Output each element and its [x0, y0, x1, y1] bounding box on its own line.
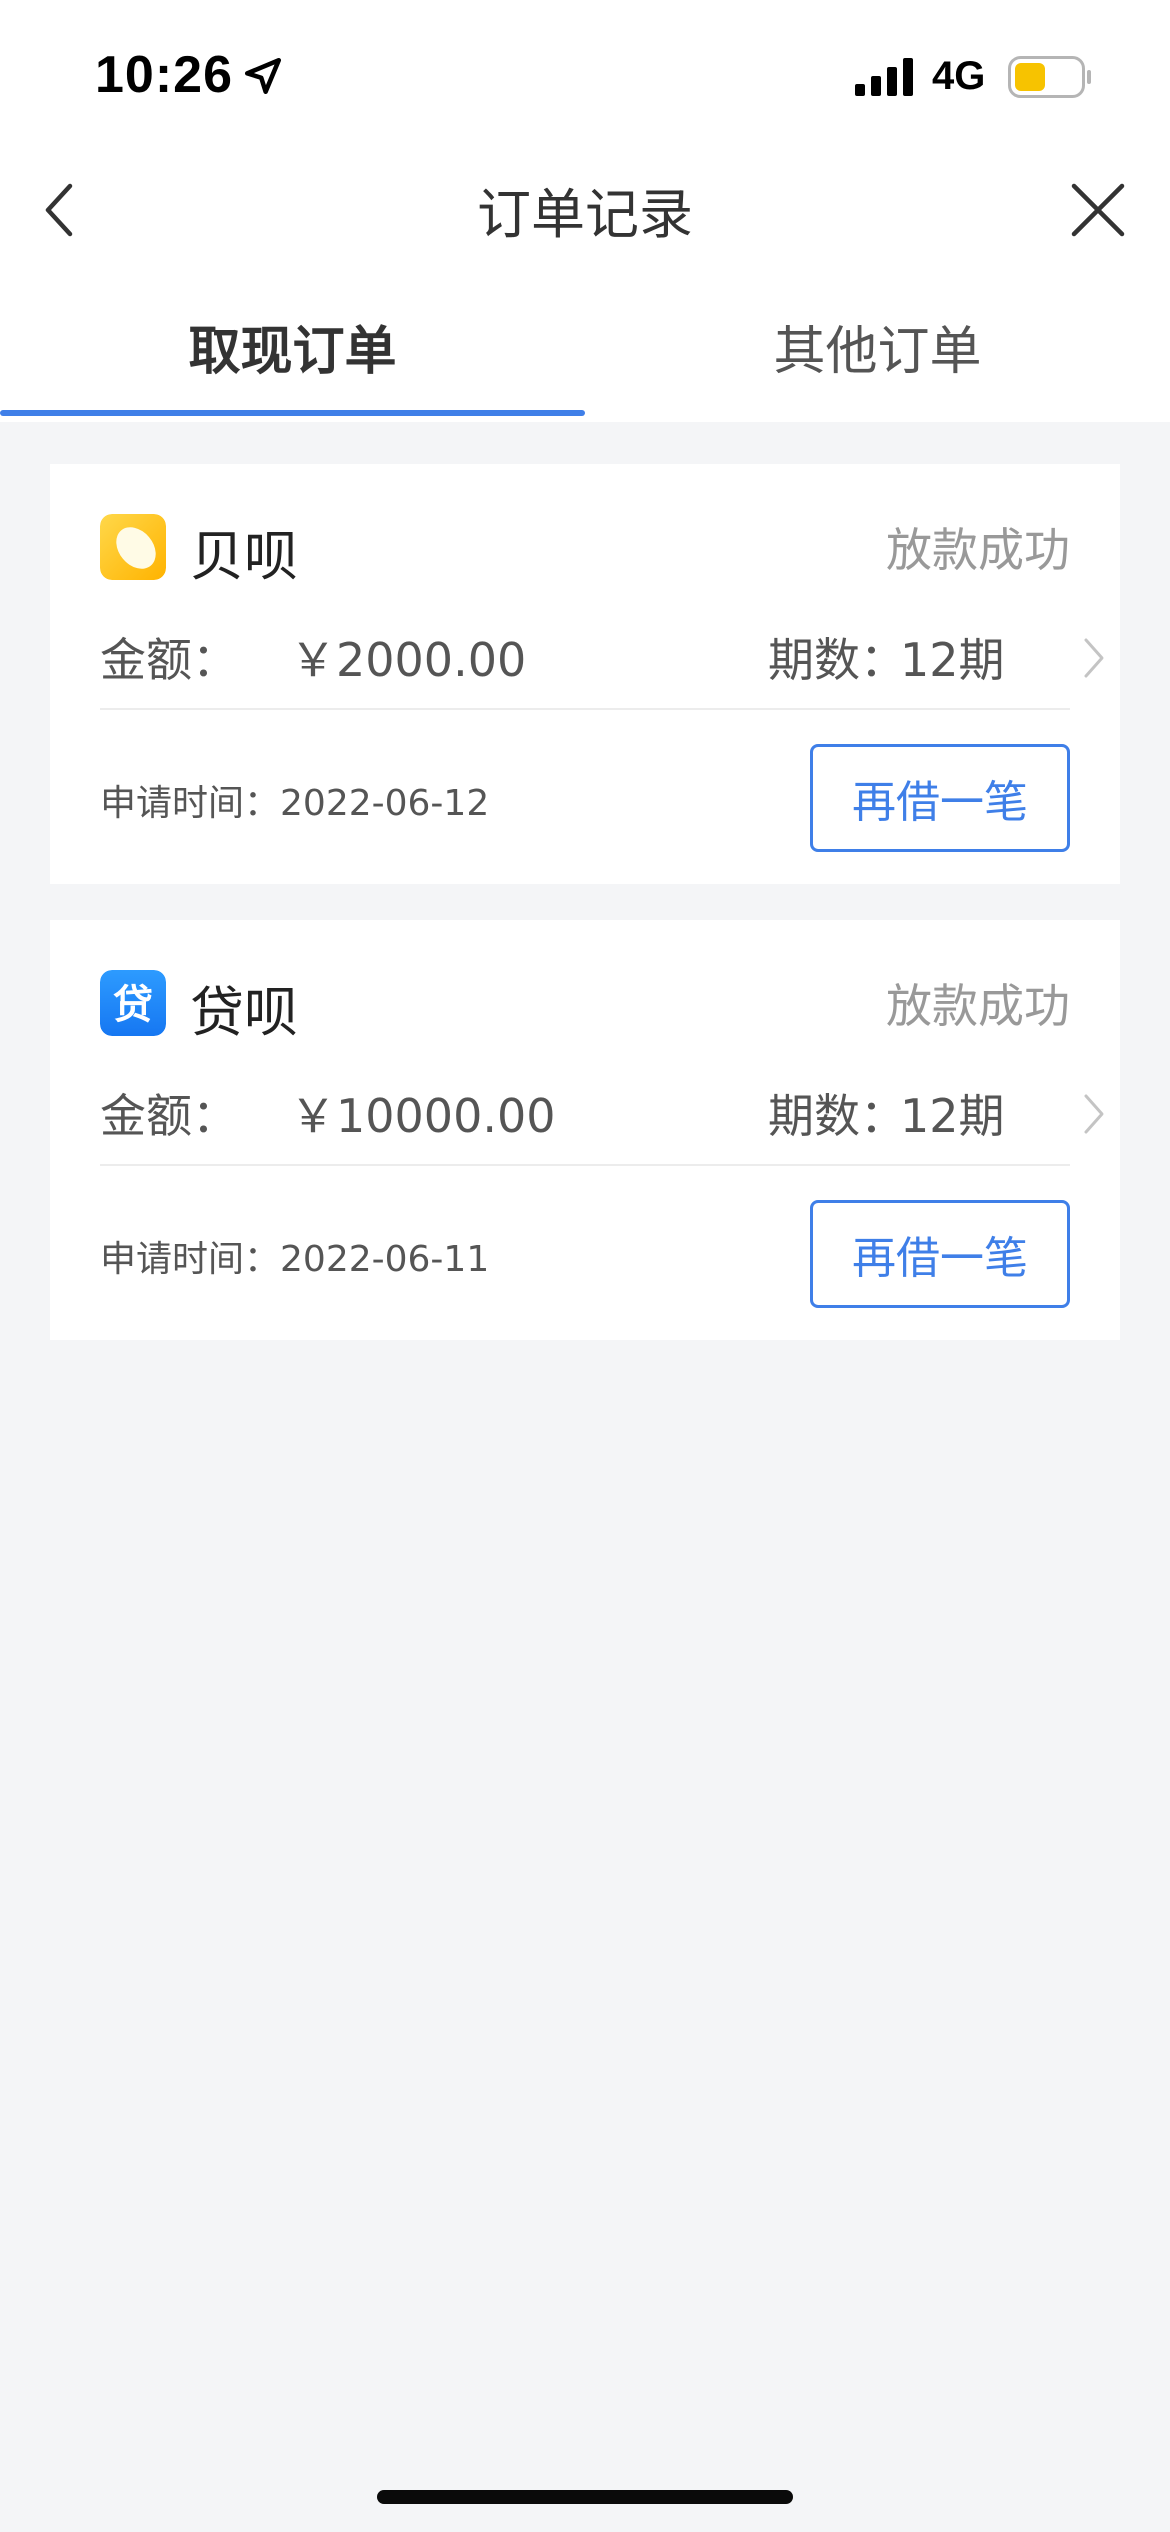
- status-badge: 放款成功: [886, 523, 1070, 577]
- status-badge: 放款成功: [886, 979, 1070, 1033]
- chevron-right-icon[interactable]: [1080, 1090, 1108, 1138]
- status-bar: 10:26 4G: [0, 0, 1170, 150]
- apply-time: 申请时间：2022-06-12: [100, 774, 489, 826]
- order-card[interactable]: 贷 贷呗 放款成功 金额： ￥10000.00 期数： 12期 申请时间：202…: [50, 920, 1120, 1340]
- dai-character-logo-icon: 贷: [100, 970, 166, 1036]
- divider: [100, 708, 1070, 710]
- status-time: 10:26: [95, 46, 233, 104]
- period-label: 期数：: [768, 1089, 906, 1143]
- apply-date: 2022-06-11: [280, 1239, 490, 1280]
- cellular-signal-icon: [855, 58, 913, 96]
- logo-character: 贷: [113, 982, 153, 1028]
- apply-date: 2022-06-12: [280, 783, 490, 824]
- product-name: 贷呗: [190, 981, 298, 1044]
- battery-icon: [1008, 56, 1091, 98]
- amount-label: 金额：: [100, 1089, 238, 1143]
- tab-cash-orders[interactable]: 取现订单: [0, 270, 585, 422]
- location-arrow-icon: [244, 57, 282, 95]
- period-value: 12期: [900, 1089, 1005, 1143]
- close-icon[interactable]: [1068, 180, 1128, 240]
- divider: [100, 1164, 1070, 1166]
- active-tab-indicator: [0, 410, 585, 416]
- period-label: 期数：: [768, 633, 906, 687]
- page-title: 订单记录: [477, 183, 693, 246]
- screen: 10:26 4G 订单记录 取现订单 其他订单 贝呗 放款成功 金额： ￥200…: [0, 0, 1170, 2532]
- apply-time-label: 申请时间：: [100, 1239, 281, 1280]
- network-type-label: 4G: [932, 54, 986, 98]
- period-value: 12期: [900, 633, 1005, 687]
- amount-value: ￥2000.00: [290, 633, 527, 687]
- tab-other-orders[interactable]: 其他订单: [585, 270, 1170, 422]
- chevron-right-icon[interactable]: [1080, 634, 1108, 682]
- nav-bar: 订单记录: [0, 150, 1170, 270]
- borrow-again-button[interactable]: 再借一笔: [810, 744, 1070, 852]
- rice-grain-logo-icon: [100, 514, 166, 580]
- apply-time-label: 申请时间：: [100, 783, 281, 824]
- apply-time: 申请时间：2022-06-11: [100, 1230, 489, 1282]
- amount-value: ￥10000.00: [290, 1089, 556, 1143]
- order-tabs: 取现订单 其他订单: [0, 270, 1170, 422]
- amount-label: 金额：: [100, 633, 238, 687]
- product-name: 贝呗: [190, 525, 298, 588]
- borrow-again-button[interactable]: 再借一笔: [810, 1200, 1070, 1308]
- home-indicator[interactable]: [377, 2490, 793, 2504]
- order-card[interactable]: 贝呗 放款成功 金额： ￥2000.00 期数： 12期 申请时间：2022-0…: [50, 464, 1120, 884]
